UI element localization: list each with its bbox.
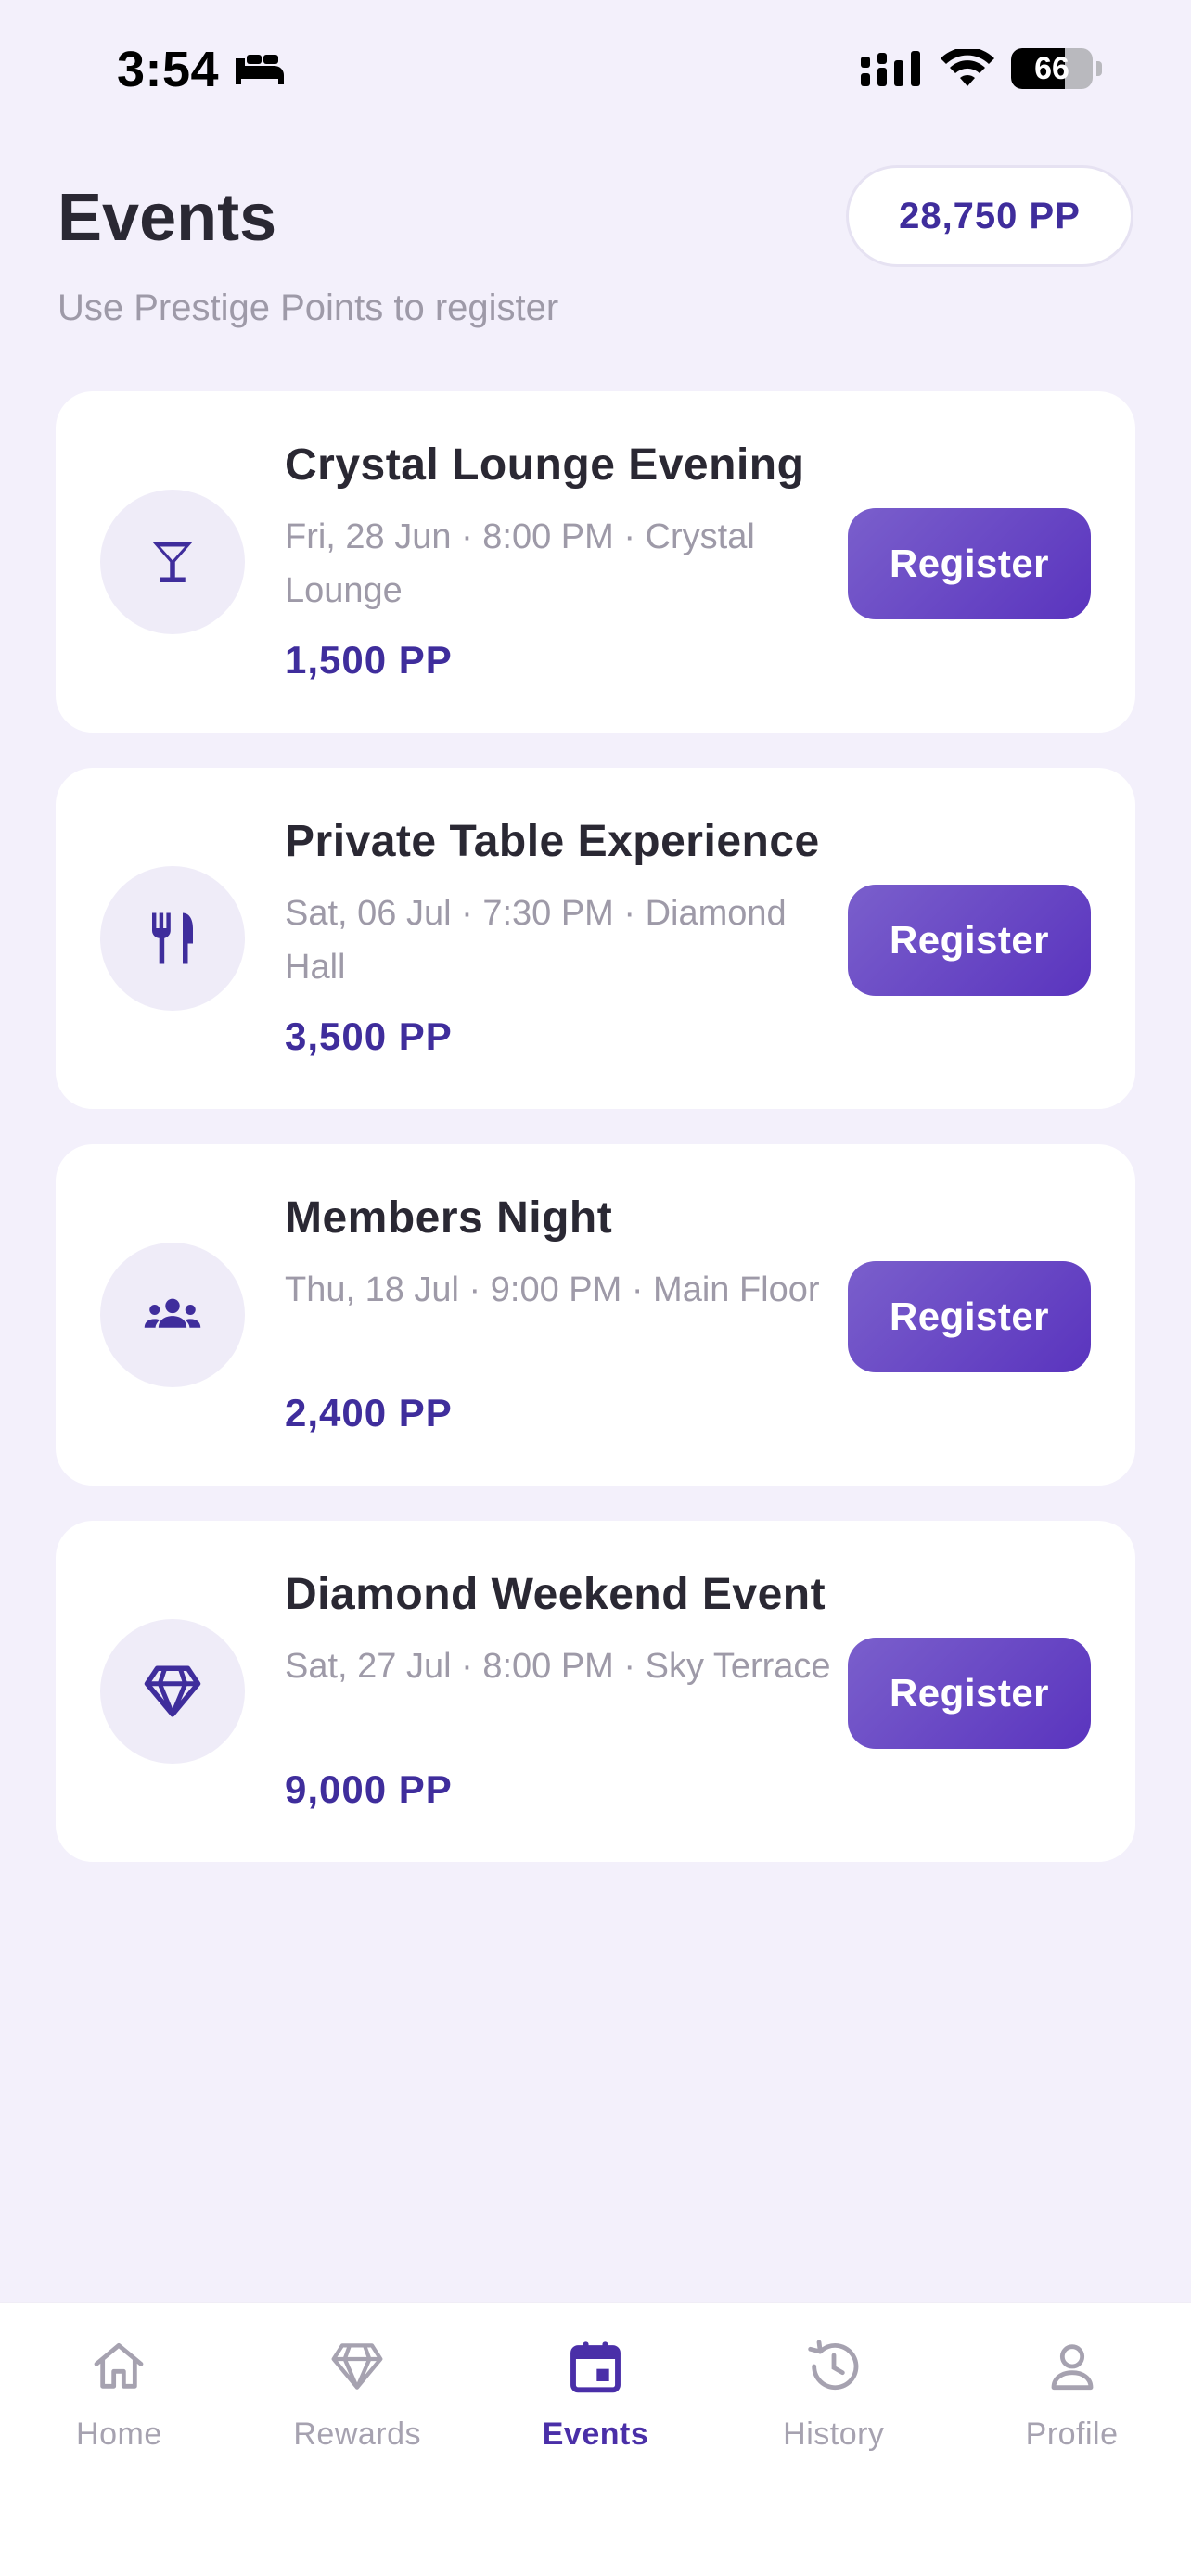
event-title: Diamond Weekend Event — [285, 1570, 826, 1619]
wifi-icon — [941, 49, 994, 86]
bottom-tab-bar: Home Rewards Events History Profile — [0, 2302, 1191, 2576]
battery-icon: 66 — [1011, 48, 1093, 89]
events-screen: 3:54 66 Events Use Prestige Points to re… — [0, 0, 1191, 2576]
register-button[interactable]: Register — [848, 1638, 1091, 1749]
tab-events[interactable]: Events — [477, 2303, 715, 2576]
battery-level: 66 — [1034, 50, 1069, 86]
battery-cap — [1096, 61, 1102, 76]
points-balance-badge[interactable]: 28,750 PP — [846, 165, 1133, 267]
event-icon-circle — [100, 1243, 245, 1387]
event-meta: Sat, 27 Jul · 8:00 PM · Sky Terrace — [285, 1647, 831, 1686]
event-price: 1,500 PP — [285, 638, 453, 682]
page-subtitle: Use Prestige Points to register — [58, 287, 559, 328]
tab-history[interactable]: History — [714, 2303, 953, 2576]
event-title: Private Table Experience — [285, 817, 820, 866]
event-price: 9,000 PP — [285, 1767, 453, 1811]
tab-label: Events — [542, 2417, 649, 2452]
history-clock-icon — [808, 2340, 859, 2391]
home-icon — [94, 2342, 144, 2389]
event-icon-circle — [100, 866, 245, 1011]
group-people-icon — [144, 1298, 201, 1328]
register-button[interactable]: Register — [848, 885, 1091, 996]
status-time: 3:54 — [117, 42, 220, 97]
event-card[interactable]: Members Night Thu, 18 Jul · 9:00 PM · Ma… — [56, 1144, 1135, 1486]
tab-rewards[interactable]: Rewards — [238, 2303, 477, 2576]
event-price: 2,400 PP — [285, 1391, 453, 1435]
status-indicators: 66 — [861, 48, 1102, 89]
diamond-icon — [144, 1665, 201, 1717]
event-price: 3,500 PP — [285, 1014, 453, 1058]
tab-home[interactable]: Home — [0, 2303, 238, 2576]
tab-label: Profile — [1025, 2417, 1119, 2452]
calendar-icon — [570, 2341, 621, 2393]
sleep-bed-icon — [236, 55, 285, 84]
register-button[interactable]: Register — [848, 508, 1091, 619]
event-meta: Fri, 28 Jun · 8:00 PM · Crystal Lounge — [285, 517, 755, 610]
status-bar: 3:54 66 — [0, 0, 1191, 139]
tab-label: History — [783, 2417, 885, 2452]
tab-label: Rewards — [293, 2417, 422, 2452]
event-meta: Thu, 18 Jul · 9:00 PM · Main Floor — [285, 1270, 820, 1309]
event-card[interactable]: Diamond Weekend Event Sat, 27 Jul · 8:00… — [56, 1521, 1135, 1862]
event-list: Crystal Lounge Evening Fri, 28 Jun · 8:0… — [56, 391, 1135, 1897]
event-title: Crystal Lounge Evening — [285, 440, 805, 490]
tab-label: Home — [76, 2417, 162, 2452]
event-meta: Sat, 06 Jul · 7:30 PM · Diamond Hall — [285, 894, 787, 987]
page-title: Events — [58, 181, 277, 255]
person-icon — [1051, 2344, 1093, 2391]
cocktail-glass-icon — [152, 542, 193, 582]
event-icon-circle — [100, 490, 245, 634]
diamond-icon — [331, 2343, 383, 2390]
status-time-group: 3:54 — [117, 41, 288, 98]
event-icon-circle — [100, 1619, 245, 1764]
tab-profile[interactable]: Profile — [953, 2303, 1191, 2576]
event-title: Members Night — [285, 1193, 613, 1243]
event-card[interactable]: Private Table Experience Sat, 06 Jul · 7… — [56, 768, 1135, 1109]
cellular-signal-icon — [861, 51, 920, 86]
register-button[interactable]: Register — [848, 1261, 1091, 1372]
fork-knife-icon — [152, 912, 193, 964]
event-card[interactable]: Crystal Lounge Evening Fri, 28 Jun · 8:0… — [56, 391, 1135, 733]
